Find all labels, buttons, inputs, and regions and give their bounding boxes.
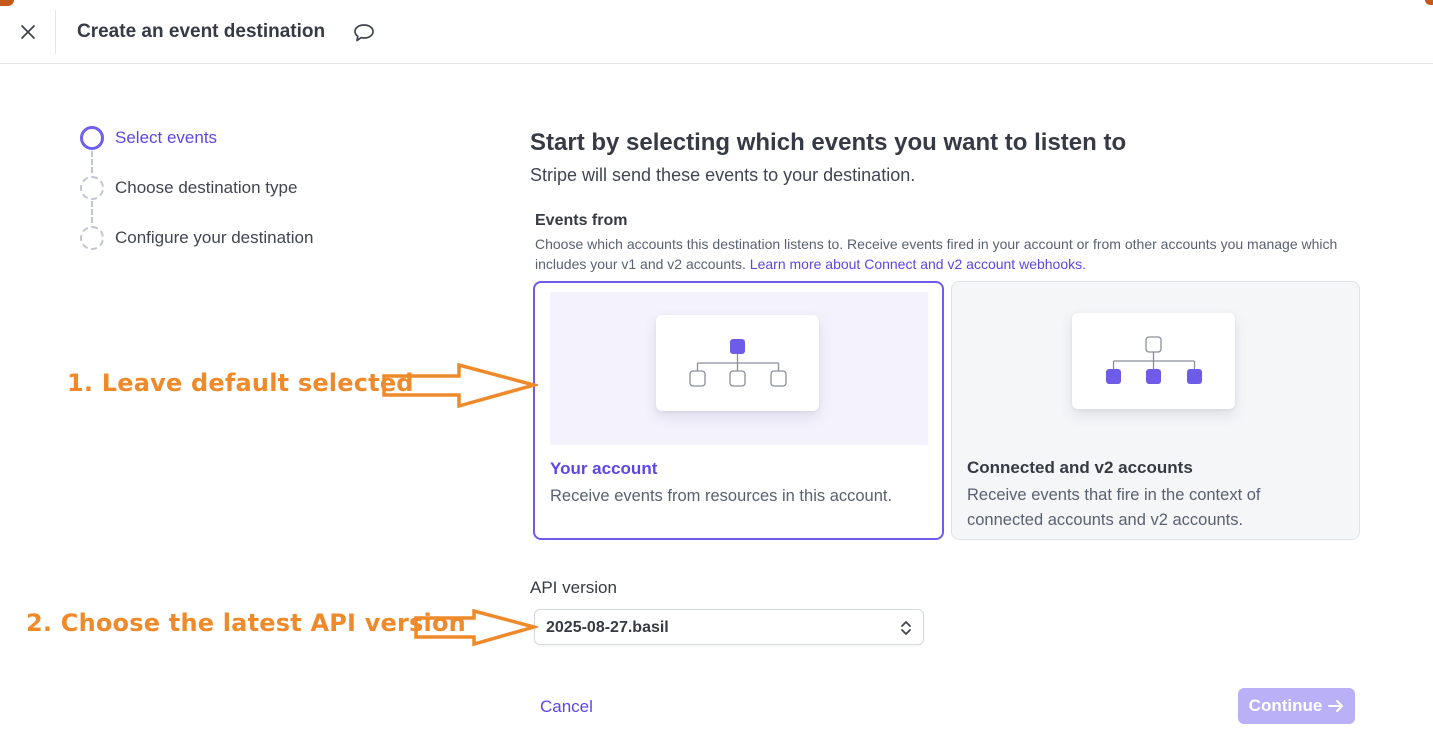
- hierarchy-diagram: [1072, 313, 1235, 409]
- api-version-value: 2025-08-27.basil: [546, 619, 669, 636]
- step-connector: [91, 151, 93, 173]
- feedback-button[interactable]: [352, 22, 376, 44]
- step-configure-destination: Configure your destination: [80, 226, 313, 250]
- main-heading: Start by selecting which events you want…: [530, 129, 1127, 156]
- card-title: Connected and v2 accounts: [967, 458, 1193, 477]
- chevron-up-down-icon: [901, 621, 911, 635]
- header-divider: [55, 10, 56, 54]
- step-label: Configure your destination: [115, 228, 314, 247]
- events-from-description: Choose which accounts this destination l…: [535, 234, 1355, 274]
- step-active-indicator: [80, 126, 104, 150]
- close-button[interactable]: [14, 18, 42, 46]
- annotation-arrow-icon: [414, 609, 538, 647]
- your-account-card[interactable]: Your account Receive events from resourc…: [533, 281, 944, 540]
- window-corner-accent-right: [1425, 0, 1433, 5]
- main-subheading: Stripe will send these events to your de…: [530, 165, 916, 185]
- step-select-events[interactable]: Select events: [80, 126, 217, 150]
- close-icon: [21, 25, 35, 39]
- annotation-choose-api: 2. Choose the latest API version: [26, 609, 466, 637]
- step-choose-destination-type: Choose destination type: [80, 176, 297, 200]
- connect-webhooks-link[interactable]: Learn more about Connect and v2 account …: [750, 256, 1086, 272]
- api-version-label: API version: [530, 578, 617, 597]
- arrow-right-icon: [1328, 699, 1344, 713]
- api-version-select[interactable]: 2025-08-27.basil: [534, 609, 924, 645]
- card-title: Your account: [550, 459, 658, 478]
- connected-hierarchy-icon: [1106, 336, 1202, 384]
- step-label: Select events: [115, 128, 218, 147]
- account-hierarchy-icon: [689, 339, 787, 387]
- annotation-leave-default: 1. Leave default selected: [67, 369, 414, 397]
- your-account-illustration: [550, 292, 928, 445]
- continue-label: Continue: [1248, 696, 1323, 715]
- page-title: Create an event destination: [77, 21, 326, 42]
- step-pending-indicator: [80, 176, 104, 200]
- events-from-label: Events from: [535, 212, 628, 229]
- window-corner-accent: [0, 0, 14, 6]
- step-pending-indicator: [80, 226, 104, 250]
- continue-button[interactable]: Continue: [1238, 688, 1355, 724]
- card-description: Receive events from resources in this ac…: [550, 487, 893, 505]
- step-connector: [91, 201, 93, 223]
- speech-bubble-icon: [354, 24, 374, 42]
- step-label: Choose destination type: [115, 178, 298, 197]
- connected-accounts-illustration: [966, 290, 1344, 443]
- cancel-button[interactable]: Cancel: [540, 697, 593, 717]
- connected-accounts-card[interactable]: Connected and v2 accounts Receive events…: [951, 281, 1360, 540]
- annotation-arrow-icon: [382, 362, 538, 409]
- card-description: Receive events that fire in the context …: [967, 486, 1261, 529]
- hierarchy-diagram: [656, 315, 819, 411]
- top-bar: Create an event destination: [0, 0, 1433, 64]
